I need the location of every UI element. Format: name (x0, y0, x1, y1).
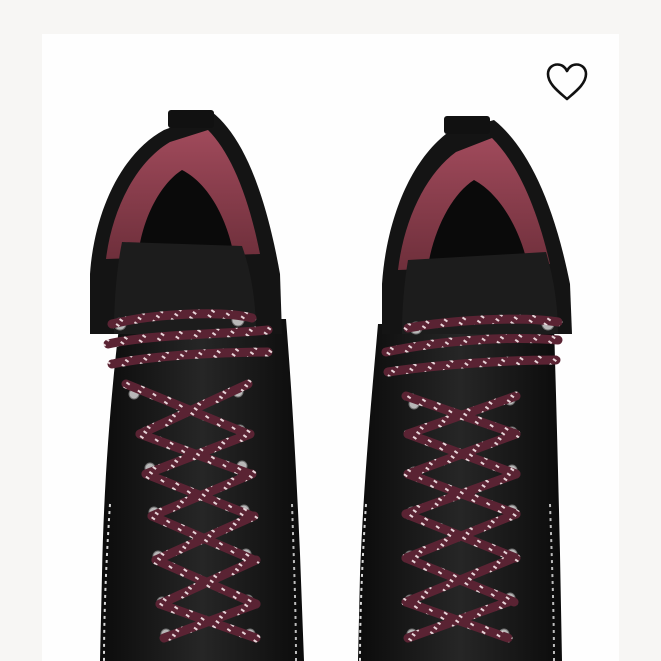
heart-outline-icon (546, 63, 588, 101)
product-photo (90, 110, 572, 661)
left-boot (90, 110, 304, 661)
left-boot-body (100, 319, 304, 661)
wishlist-button[interactable] (542, 58, 592, 106)
product-page (0, 0, 661, 661)
right-boot (358, 116, 572, 661)
product-image-card (42, 34, 619, 661)
